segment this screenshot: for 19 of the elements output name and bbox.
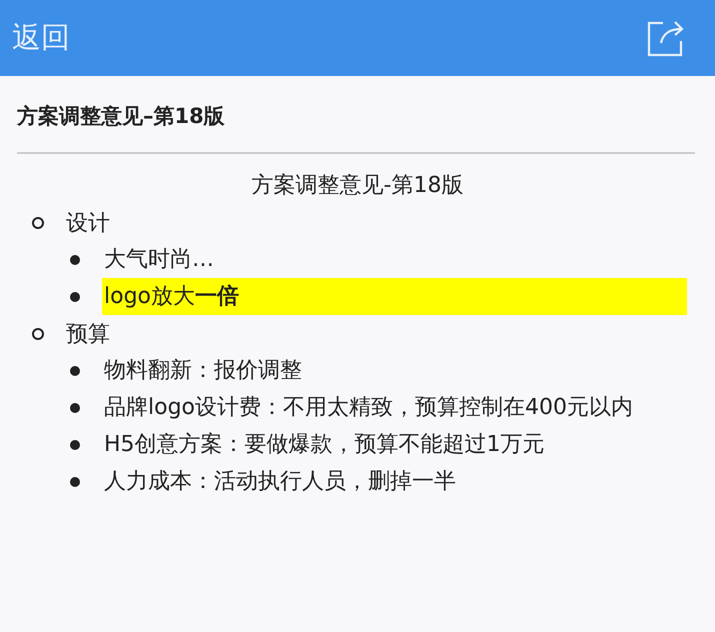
hollow-bullet-icon	[32, 216, 44, 228]
page-title: 方案调整意见–第18版	[16, 103, 226, 130]
list-item-text: 大气时尚…	[103, 246, 215, 274]
section-label: 预算	[66, 320, 110, 348]
bullet-icon	[70, 255, 80, 265]
bullet-icon	[70, 403, 80, 413]
bullet-icon	[70, 366, 80, 376]
section-label: 设计	[66, 210, 110, 238]
bullet-icon	[70, 292, 80, 302]
list-item-text: 人力成本：活动执行人员，删掉一半	[103, 468, 457, 496]
list-item-text: 物料翻新：报价调整	[103, 357, 303, 385]
list-item-text: H5创意方案：要做爆款，预算不能超过1万元	[103, 431, 546, 459]
bullet-icon	[70, 440, 80, 450]
hollow-bullet-icon	[32, 328, 44, 340]
back-button[interactable]: 返回	[12, 18, 70, 58]
bullet-icon	[70, 477, 80, 487]
document-heading: 方案调整意见-第18版	[250, 172, 464, 200]
list-item-text: logo放大一倍	[102, 278, 687, 315]
list-item-text: 品牌logo设计费：不用太精致，预算控制在400元以内	[103, 394, 634, 422]
